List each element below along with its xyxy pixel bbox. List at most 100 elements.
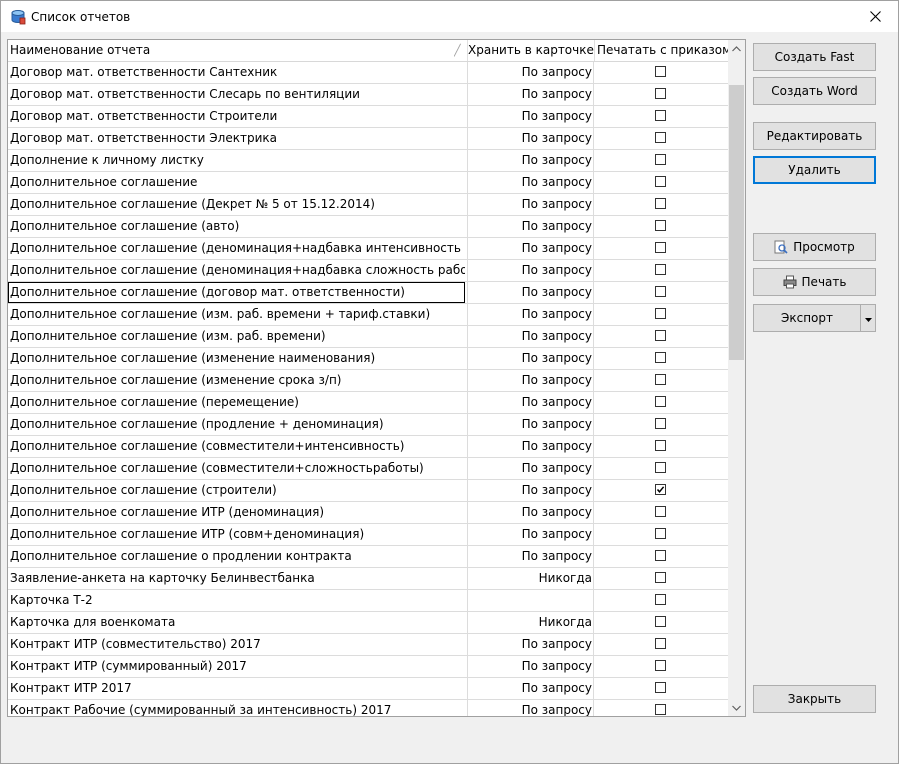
checkbox[interactable] xyxy=(655,440,666,451)
store-in-card-cell[interactable]: По запросу xyxy=(467,260,594,281)
checkbox[interactable] xyxy=(655,176,666,187)
table-row[interactable]: Дополнительное соглашение ИТР (деноминац… xyxy=(8,502,728,524)
create-word-button[interactable]: Создать Word xyxy=(753,77,876,105)
checkbox[interactable] xyxy=(655,396,666,407)
table-row[interactable]: Дополнительное соглашение (деноминация+н… xyxy=(8,260,728,282)
scroll-thumb[interactable] xyxy=(729,85,744,360)
report-name-cell[interactable]: Дополнительное соглашение (изм. раб. вре… xyxy=(10,304,465,325)
store-in-card-cell[interactable]: По запросу xyxy=(467,436,594,457)
checkbox[interactable] xyxy=(655,418,666,429)
report-name-cell[interactable]: Дополнительное соглашение ИТР (совм+дено… xyxy=(10,524,465,545)
store-in-card-cell[interactable]: По запросу xyxy=(467,458,594,479)
checkbox[interactable] xyxy=(655,242,666,253)
export-dropdown-button[interactable] xyxy=(860,304,876,332)
table-row[interactable]: Дополнительное соглашение (изменение наи… xyxy=(8,348,728,370)
store-in-card-cell[interactable]: По запросу xyxy=(467,634,594,655)
checkbox[interactable] xyxy=(655,88,666,99)
store-in-card-cell[interactable]: По запросу xyxy=(467,84,594,105)
report-name-cell[interactable]: Дополнительное соглашение (изменение сро… xyxy=(10,370,465,391)
report-name-cell[interactable]: Договор мат. ответственности Слесарь по … xyxy=(10,84,465,105)
report-name-cell[interactable]: Дополнительное соглашение (авто) xyxy=(10,216,465,237)
table-row[interactable]: Договор мат. ответственности Сантехник По… xyxy=(8,62,728,84)
report-name-cell[interactable]: Договор мат. ответственности Строители xyxy=(10,106,465,127)
report-name-cell[interactable]: Заявление-анкета на карточку Белинвестба… xyxy=(10,568,465,589)
store-in-card-cell[interactable]: По запросу xyxy=(467,172,594,193)
report-name-cell[interactable]: Дополнительное соглашение (деноминация+н… xyxy=(10,260,465,281)
report-name-cell[interactable]: Карточка Т-2 xyxy=(10,590,465,611)
checkbox[interactable] xyxy=(655,66,666,77)
column-header-print[interactable]: Печатать с приказом xyxy=(594,40,731,61)
store-in-card-cell[interactable]: По запросу xyxy=(467,238,594,259)
report-name-cell[interactable]: Дополнительное соглашение (деноминация+н… xyxy=(10,238,465,259)
reports-grid[interactable]: Наименование отчета ╱ Хранить в карточке… xyxy=(7,39,746,717)
checkbox[interactable] xyxy=(655,198,666,209)
store-in-card-cell[interactable]: По запросу xyxy=(467,304,594,325)
table-row[interactable]: Дополнительное соглашение (авто) По запро… xyxy=(8,216,728,238)
checkbox[interactable] xyxy=(655,594,666,605)
table-row[interactable]: Контракт ИТР (совместительство) 2017 По з… xyxy=(8,634,728,656)
store-in-card-cell[interactable]: По запросу xyxy=(467,348,594,369)
table-row[interactable]: Контракт ИТР (суммированный) 2017 По запр… xyxy=(8,656,728,678)
store-in-card-cell[interactable]: По запросу xyxy=(467,216,594,237)
table-row[interactable]: Дополнительное соглашение (Декрет № 5 от… xyxy=(8,194,728,216)
store-in-card-cell[interactable]: По запросу xyxy=(467,194,594,215)
table-row[interactable]: Карточка Т-2 xyxy=(8,590,728,612)
edit-button[interactable]: Редактировать xyxy=(753,122,876,150)
close-button[interactable]: Закрыть xyxy=(753,685,876,713)
scroll-down-icon[interactable] xyxy=(728,699,745,716)
column-header-name[interactable]: Наименование отчета xyxy=(10,40,465,61)
report-name-cell[interactable]: Дополнительное соглашение (Декрет № 5 от… xyxy=(10,194,465,215)
store-in-card-cell[interactable]: По запросу xyxy=(467,524,594,545)
table-row[interactable]: Дополнение к личному листку По запросу xyxy=(8,150,728,172)
column-header-store[interactable]: Хранить в карточке xyxy=(467,40,595,61)
report-name-cell[interactable]: Дополнительное соглашение о продлении ко… xyxy=(10,546,465,567)
report-name-cell[interactable]: Карточка для военкомата xyxy=(10,612,465,633)
table-row[interactable]: Дополнительное соглашение (изм. раб. вре… xyxy=(8,326,728,348)
table-row[interactable]: Договор мат. ответственности Строители По… xyxy=(8,106,728,128)
checkbox[interactable] xyxy=(655,374,666,385)
report-name-cell[interactable]: Дополнительное соглашение xyxy=(10,172,465,193)
store-in-card-cell[interactable]: По запросу xyxy=(467,392,594,413)
store-in-card-cell[interactable]: По запросу xyxy=(467,106,594,127)
store-in-card-cell[interactable]: По запросу xyxy=(467,502,594,523)
checkbox[interactable] xyxy=(655,352,666,363)
store-in-card-cell[interactable]: По запросу xyxy=(467,326,594,347)
report-name-cell[interactable]: Дополнительное соглашение (изм. раб. вре… xyxy=(10,326,465,347)
preview-button[interactable]: Просмотр xyxy=(753,233,876,261)
store-in-card-cell[interactable]: По запросу xyxy=(467,546,594,567)
report-name-cell[interactable]: Контракт Рабочие (суммированный за интен… xyxy=(10,700,465,716)
checkbox[interactable] xyxy=(655,528,666,539)
store-in-card-cell[interactable]: По запросу xyxy=(467,282,594,303)
create-fast-button[interactable]: Создать Fast xyxy=(753,43,876,71)
store-in-card-cell[interactable]: По запросу xyxy=(467,128,594,149)
store-in-card-cell[interactable]: По запросу xyxy=(467,480,594,501)
table-row[interactable]: Договор мат. ответственности Слесарь по … xyxy=(8,84,728,106)
report-name-cell[interactable]: Дополнительное соглашение (строители) xyxy=(10,480,465,501)
store-in-card-cell[interactable] xyxy=(467,590,594,611)
table-row[interactable]: Дополнительное соглашение о продлении ко… xyxy=(8,546,728,568)
store-in-card-cell[interactable]: По запросу xyxy=(467,700,594,716)
checkbox[interactable] xyxy=(655,154,666,165)
report-name-cell[interactable]: Контракт ИТР 2017 xyxy=(10,678,465,699)
checkbox[interactable] xyxy=(655,506,666,517)
table-row[interactable]: Заявление-анкета на карточку Белинвестба… xyxy=(8,568,728,590)
table-row[interactable]: Дополнительное соглашение (строители) По … xyxy=(8,480,728,502)
close-icon[interactable] xyxy=(852,1,898,32)
report-name-cell[interactable]: Дополнительное соглашение (перемещение) xyxy=(10,392,465,413)
table-row[interactable]: Дополнительное соглашение (изменение сро… xyxy=(8,370,728,392)
store-in-card-cell[interactable]: По запросу xyxy=(467,62,594,83)
store-in-card-cell[interactable]: Никогда xyxy=(467,612,594,633)
checkbox[interactable] xyxy=(655,286,666,297)
checkbox[interactable] xyxy=(655,462,666,473)
table-row[interactable]: Дополнительное соглашение (изм. раб. вре… xyxy=(8,304,728,326)
checkbox[interactable] xyxy=(655,660,666,671)
report-name-cell[interactable]: Дополнительное соглашение (договор мат. … xyxy=(8,282,465,303)
checkbox[interactable] xyxy=(655,110,666,121)
table-row[interactable]: Дополнительное соглашение (совместители+… xyxy=(8,458,728,480)
store-in-card-cell[interactable]: По запросу xyxy=(467,414,594,435)
report-name-cell[interactable]: Дополнение к личному листку xyxy=(10,150,465,171)
table-row[interactable]: Контракт ИТР 2017 По запросу xyxy=(8,678,728,700)
checkbox[interactable] xyxy=(655,550,666,561)
report-name-cell[interactable]: Дополнительное соглашение (изменение наи… xyxy=(10,348,465,369)
checkbox[interactable] xyxy=(655,308,666,319)
